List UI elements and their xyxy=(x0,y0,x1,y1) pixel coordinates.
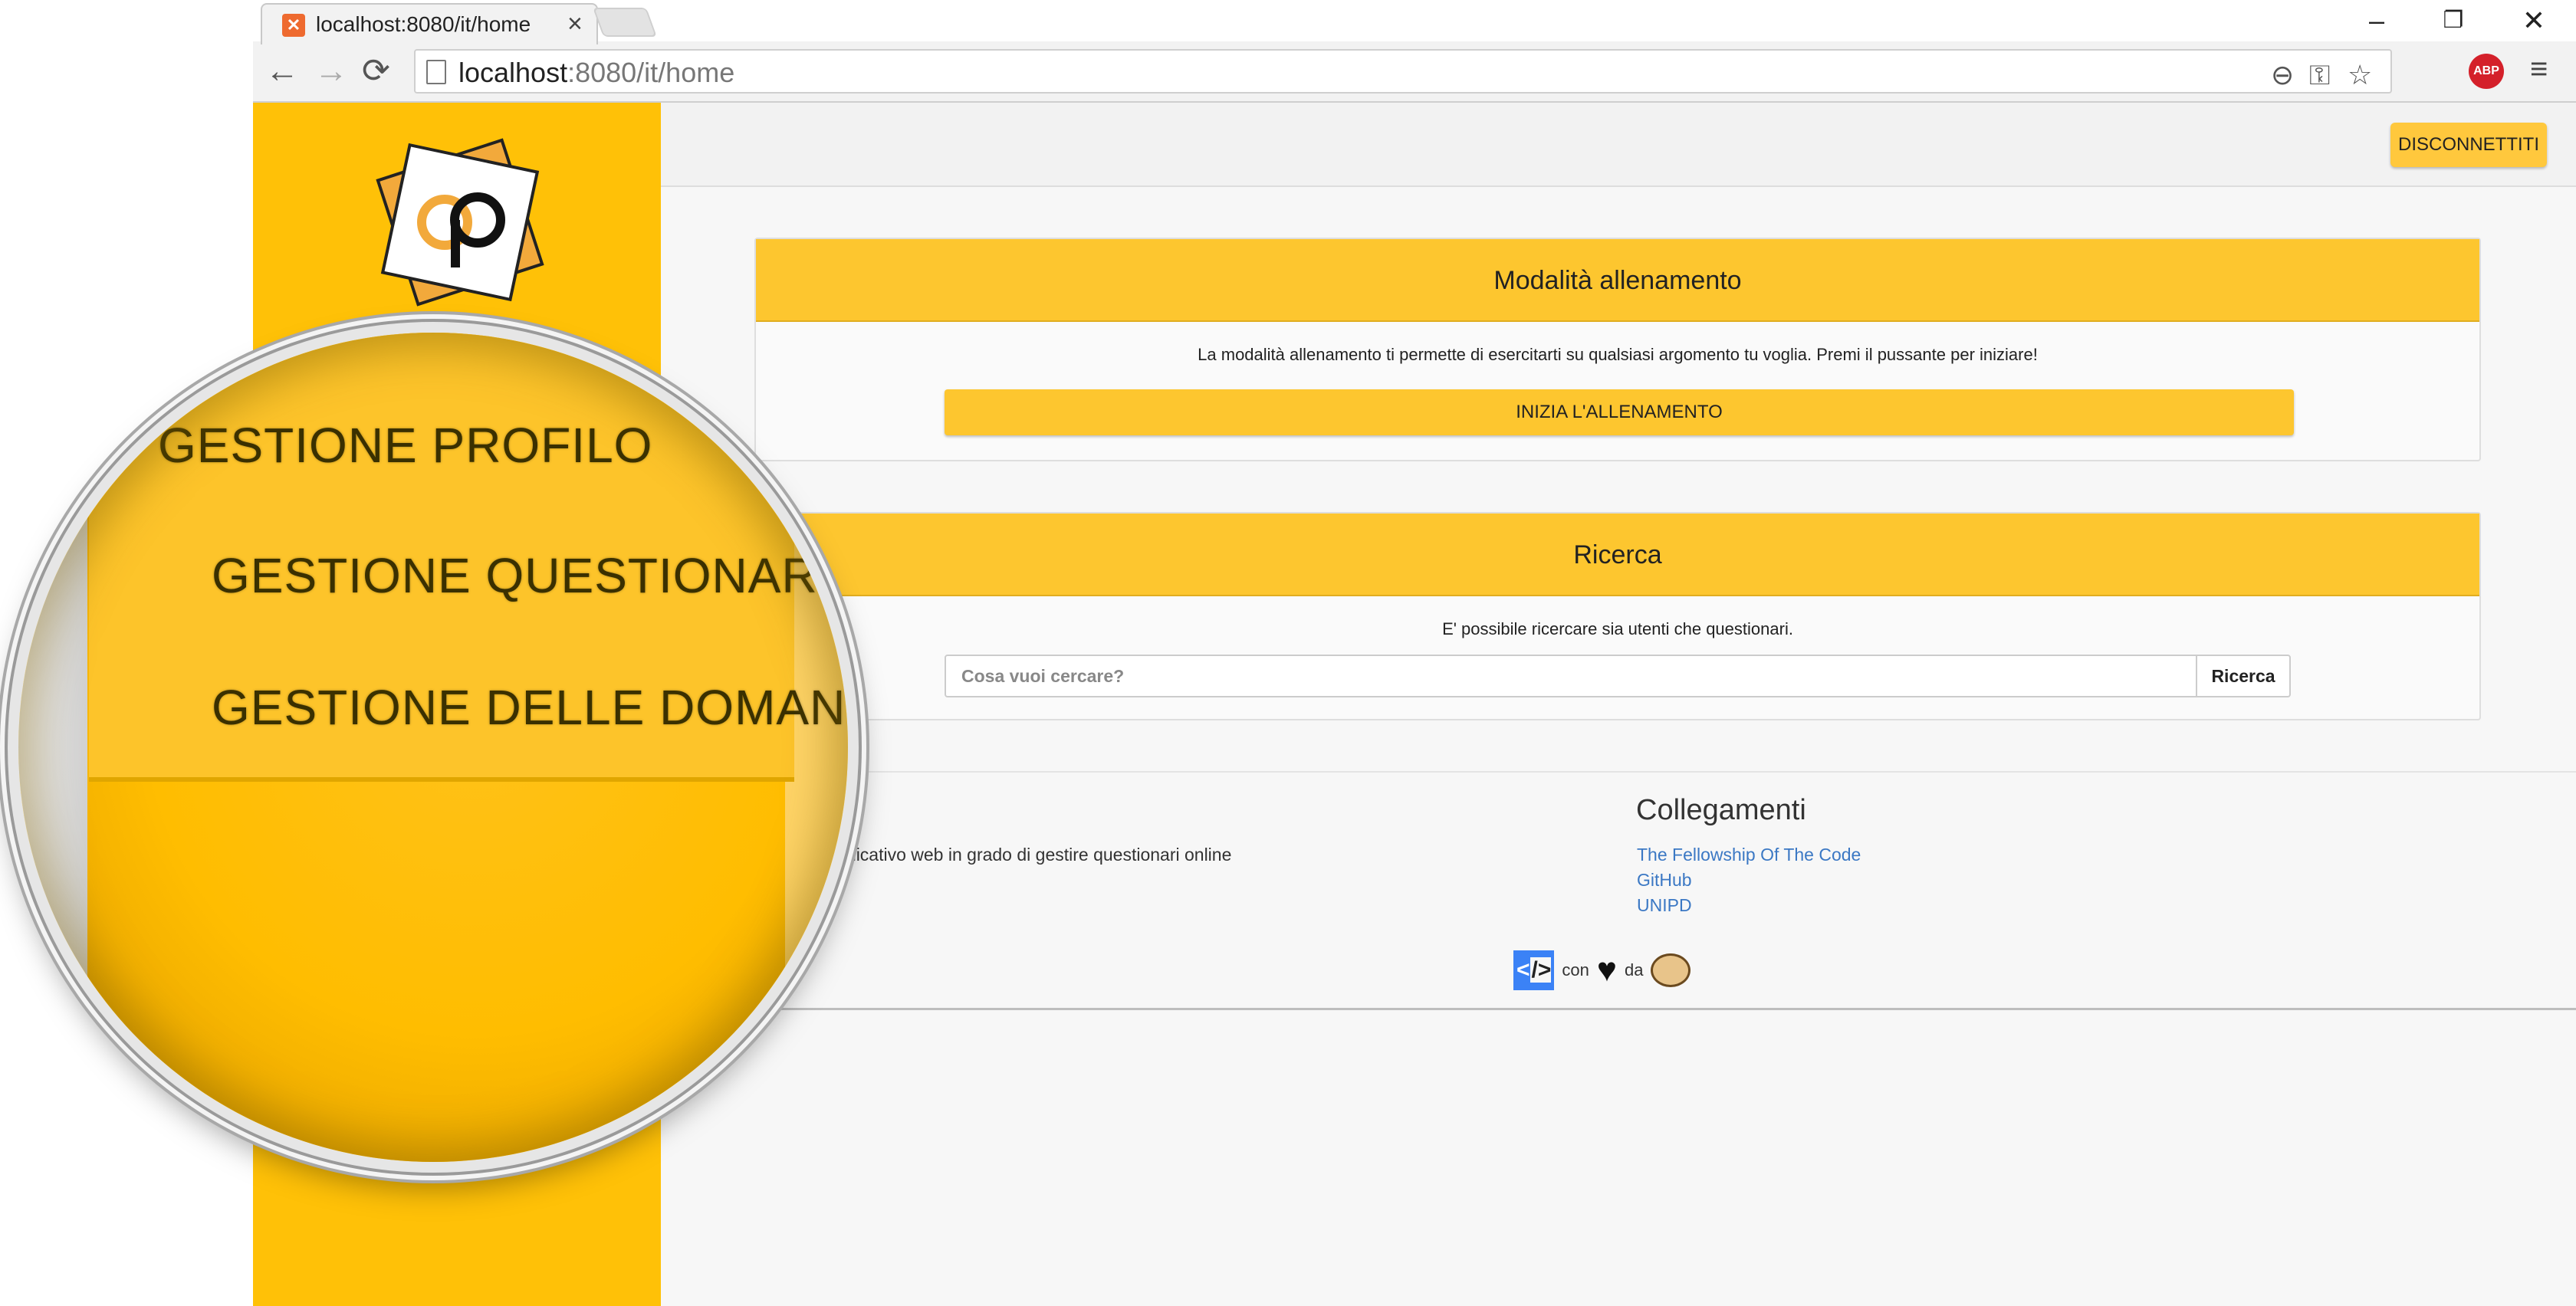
link-fellowship[interactable]: The Fellowship Of The Code xyxy=(1637,845,1861,865)
minimize-icon[interactable]: – xyxy=(2338,0,2415,41)
link-unipd[interactable]: UNIPD xyxy=(1637,895,1692,916)
magnified-main-edge xyxy=(785,333,848,1162)
search-panel: Ricerca E' possibile ricercare sia utent… xyxy=(754,512,2481,720)
magnified-page-edge xyxy=(18,333,89,1162)
search-description: E' possibile ricercare sia utenti che qu… xyxy=(1442,619,1793,638)
tab-strip: ✕ localhost:8080/it/home × – ❐ ✕ xyxy=(253,0,2576,44)
new-tab-button[interactable] xyxy=(593,8,657,37)
app-logo xyxy=(376,138,544,307)
training-description: La modalità allenamento ti permette di e… xyxy=(1198,345,2038,364)
training-panel: Modalità allenamento La modalità allenam… xyxy=(754,238,2481,461)
search-input[interactable] xyxy=(945,655,2197,697)
tab-title: localhost:8080/it/home xyxy=(316,12,531,36)
credits-con: con xyxy=(1562,960,1589,980)
sidebar-item-profile[interactable]: GESTIONE PROFILO xyxy=(158,417,652,474)
sidebar-item-questions[interactable]: GESTIONE DELLE DOMANDE xyxy=(212,679,848,736)
magnified-menu: GESTIONE PROFILO GESTIONE QUESTIONARI GE… xyxy=(89,333,848,782)
back-icon[interactable]: ← xyxy=(265,52,299,90)
footer-links-title: Collegamenti xyxy=(1636,794,1806,826)
zoom-icon[interactable]: ⊖ xyxy=(2271,61,2294,89)
magnifier-lens: GESTIONE PROFILO GESTIONE QUESTIONARI GE… xyxy=(8,322,859,1173)
browser-toolbar: ← → ⟳ localhost:8080/it/home ⊖ ⚿ ☆ ABP ≡ xyxy=(253,41,2576,103)
credits-da: da xyxy=(1625,960,1644,980)
forward-icon[interactable]: → xyxy=(314,52,348,90)
xampp-favicon-icon: ✕ xyxy=(282,14,305,37)
reload-icon[interactable]: ⟳ xyxy=(362,52,390,90)
star-icon[interactable]: ☆ xyxy=(2348,61,2372,89)
start-training-button[interactable]: INIZIA L'ALLENAMENTO xyxy=(945,389,2294,435)
search-panel-title: Ricerca xyxy=(756,514,2479,596)
team-logo-icon xyxy=(1651,953,1691,987)
restore-icon[interactable]: ❐ xyxy=(2415,0,2492,41)
tab-close-icon[interactable]: × xyxy=(567,9,583,39)
url-text: localhost:8080/it/home xyxy=(458,57,735,88)
browser-chrome: ✕ localhost:8080/it/home × – ❐ ✕ ← → ⟳ l… xyxy=(253,0,2576,103)
adblock-icon[interactable]: ABP xyxy=(2469,54,2504,89)
heart-icon: ♥ xyxy=(1596,951,1617,989)
close-window-icon[interactable]: ✕ xyxy=(2496,0,2572,41)
footer-about-text: pplicativo web in grado di gestire quest… xyxy=(833,845,1232,865)
address-bar[interactable]: localhost:8080/it/home ⊖ ⚿ ☆ xyxy=(414,49,2392,94)
menu-icon[interactable]: ≡ xyxy=(2530,52,2548,87)
training-panel-title: Modalità allenamento xyxy=(756,239,2479,322)
key-icon[interactable]: ⚿ xyxy=(2309,61,2330,89)
search-button[interactable]: Ricerca xyxy=(2196,655,2291,697)
top-navbar xyxy=(661,103,2576,187)
sidebar-item-questionnaires[interactable]: GESTIONE QUESTIONARI xyxy=(212,547,832,604)
footer-credits: </> con ♥ da xyxy=(1513,949,1691,992)
browser-tab[interactable]: ✕ localhost:8080/it/home × xyxy=(261,3,598,44)
code-icon: </> xyxy=(1513,950,1555,990)
page-icon xyxy=(426,60,446,84)
logout-button[interactable]: DISCONNETTITI xyxy=(2390,123,2547,167)
link-github[interactable]: GitHub xyxy=(1637,870,1692,891)
